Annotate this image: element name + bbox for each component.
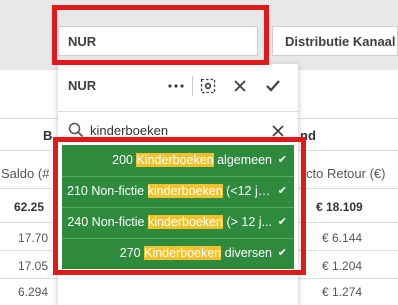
clear-search-icon[interactable] [272, 124, 284, 137]
check-icon: ✔ [277, 216, 287, 228]
more-options-icon[interactable] [166, 76, 186, 96]
list-item[interactable]: 270 Kinderboeken diversen ✔ [62, 238, 294, 269]
distributie-filter-label: Distributie Kanaal [285, 34, 396, 49]
table-group-header: nd [300, 128, 316, 143]
check-icon: ✔ [277, 247, 287, 259]
table-cell: 6.294 [18, 285, 49, 299]
table-cell: € 1.204 [322, 259, 363, 273]
column-header-saldo[interactable]: Saldo (# [1, 166, 49, 181]
search-input[interactable] [90, 119, 270, 141]
list-item[interactable]: 210 Non-fictie kinderboeken (<12 ja... ✔ [62, 176, 294, 207]
table-cell: € 1.274 [322, 285, 363, 299]
distributie-filter-button[interactable]: Distributie Kanaal [272, 26, 398, 56]
popover-title: NUR [68, 78, 97, 93]
search-results-list: 200 Kinderboeken algemeen ✔ 210 Non-fict… [62, 145, 294, 269]
list-item[interactable]: 200 Kinderboeken algemeen ✔ [62, 145, 294, 176]
table-cell: 17.05 [18, 259, 49, 273]
table-cell: 17.70 [18, 231, 49, 245]
popover-divider [58, 111, 298, 112]
table-cell: 62.25 [14, 200, 45, 214]
clear-selection-icon[interactable] [198, 76, 218, 96]
check-icon: ✔ [277, 154, 287, 166]
column-header-retour[interactable]: cto Retour (€) [306, 166, 385, 181]
confirm-icon[interactable] [263, 76, 283, 96]
search-icon [68, 122, 84, 138]
list-item[interactable]: 240 Non-fictie kinderboeken (> 12 j... ✔ [62, 207, 294, 238]
toolbar-separator [192, 76, 193, 96]
nur-filter-button[interactable]: NUR [58, 26, 258, 56]
check-icon: ✔ [277, 185, 287, 197]
nur-filter-label: NUR [68, 34, 97, 49]
table-cell: € 6.144 [322, 231, 363, 245]
cancel-icon[interactable] [230, 76, 250, 96]
table-cell: € 18.109 [316, 200, 363, 214]
table-group-header: B [43, 128, 53, 143]
